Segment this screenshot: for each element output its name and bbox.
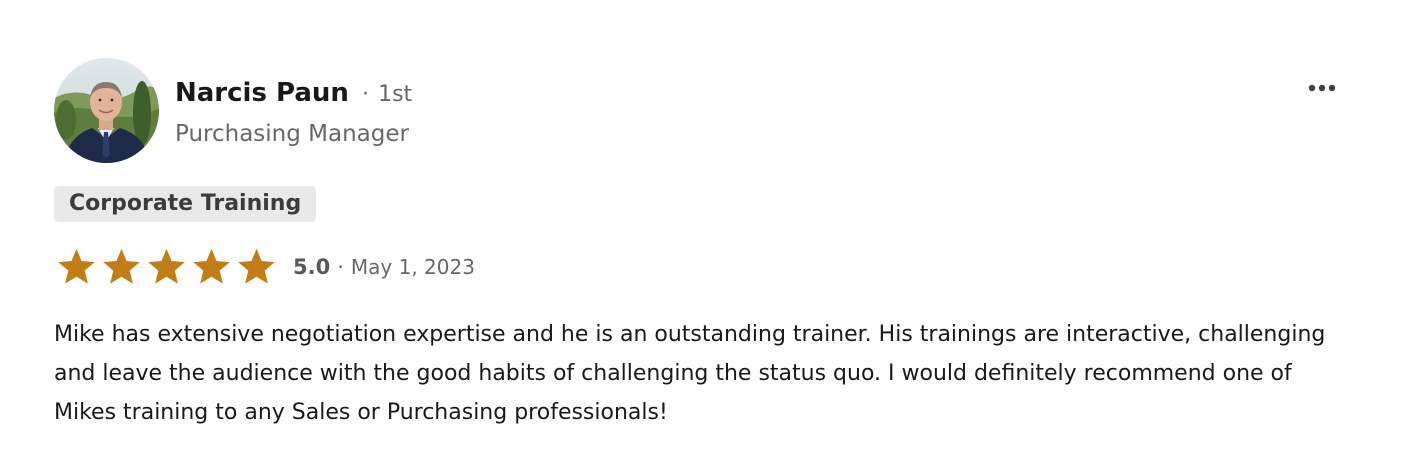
reviewer-name[interactable]: Narcis Paun — [175, 78, 349, 108]
star-icon — [193, 248, 230, 284]
rating-separator: · — [337, 255, 344, 279]
review-date: May 1, 2023 — [350, 255, 475, 279]
rating-value: 5.0 — [293, 255, 331, 279]
connection-degree: 1st — [378, 82, 413, 107]
rating-row: 5.0 · May 1, 2023 — [54, 245, 475, 289]
service-tag: Corporate Training — [54, 186, 317, 222]
reviewer-headline: Purchasing Manager — [175, 121, 409, 147]
degree-separator: · — [362, 82, 369, 107]
star-icon — [103, 248, 140, 284]
star-rating — [54, 246, 279, 288]
review-card: Narcis Paun · 1st Purchasing Manager Cor… — [0, 0, 1402, 456]
reviewer-name-line: Narcis Paun · 1st — [175, 76, 412, 113]
more-options-button[interactable] — [1296, 72, 1348, 104]
avatar-photo — [54, 58, 159, 163]
more-horizontal-icon — [1308, 84, 1336, 92]
star-icon — [148, 248, 185, 284]
star-icon — [58, 248, 95, 284]
star-icon — [238, 248, 275, 284]
review-text: Mike has extensive negotiation expertise… — [54, 322, 1326, 425]
reviewer-avatar[interactable] — [54, 58, 159, 163]
